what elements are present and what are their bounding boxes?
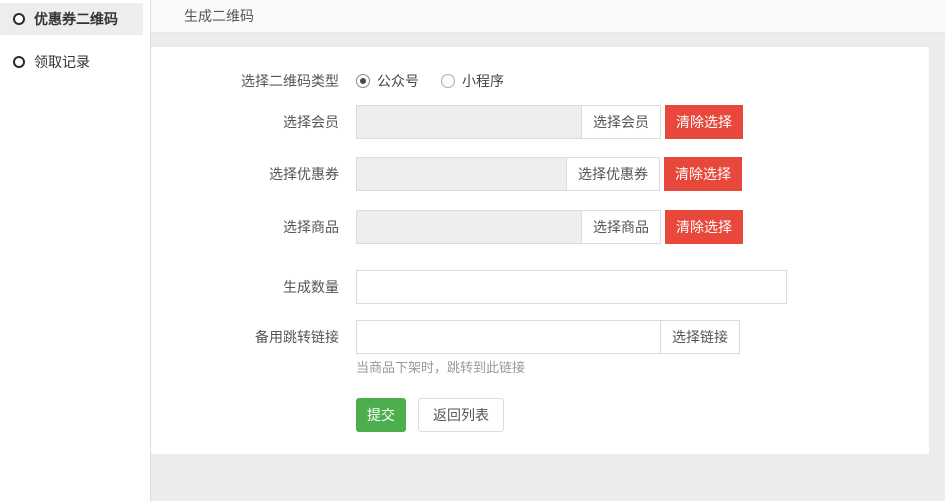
clear-coupon-button[interactable]: 清除选择: [664, 157, 742, 191]
fallback-link-row: 备用跳转链接 选择链接: [151, 320, 929, 354]
member-input-group: 选择会员 清除选择: [356, 105, 743, 139]
sidebar: 优惠券二维码 领取记录: [0, 0, 151, 501]
sidebar-item-claim-records[interactable]: 领取记录: [0, 46, 143, 78]
back-to-list-button[interactable]: 返回列表: [418, 398, 504, 432]
sidebar-item-coupon-qrcode[interactable]: 优惠券二维码: [0, 3, 143, 35]
main-content: 生成二维码 选择二维码类型 公众号 小程序 选择会员: [151, 0, 945, 501]
sidebar-item-label: 领取记录: [34, 52, 90, 72]
radio-official-account[interactable]: 公众号: [356, 71, 419, 91]
select-member-button[interactable]: 选择会员: [581, 105, 661, 139]
circle-icon: [13, 13, 25, 25]
radio-mini-program[interactable]: 小程序: [441, 71, 504, 91]
goods-row: 选择商品 选择商品 清除选择: [151, 210, 929, 244]
form-card: 选择二维码类型 公众号 小程序 选择会员 选择会员: [151, 47, 929, 454]
select-goods-button[interactable]: 选择商品: [581, 210, 661, 244]
clear-goods-button[interactable]: 清除选择: [665, 210, 743, 244]
coupon-label: 选择优惠券: [151, 157, 356, 191]
submit-button[interactable]: 提交: [356, 398, 406, 432]
select-link-button[interactable]: 选择链接: [660, 320, 740, 354]
coupon-value-field: [356, 157, 567, 191]
member-label: 选择会员: [151, 105, 356, 139]
app-window: 优惠券二维码 领取记录 生成二维码 选择二维码类型 公众号 小程序: [0, 0, 945, 501]
sidebar-item-label: 优惠券二维码: [34, 9, 118, 29]
quantity-row: 生成数量: [151, 270, 929, 304]
qr-type-radio-group: 公众号 小程序: [356, 64, 526, 98]
fallback-link-label: 备用跳转链接: [151, 320, 356, 354]
radio-label: 小程序: [462, 71, 504, 91]
radio-label: 公众号: [377, 71, 419, 91]
member-row: 选择会员 选择会员 清除选择: [151, 105, 929, 139]
quantity-input[interactable]: [356, 270, 787, 304]
page-title: 生成二维码: [151, 0, 945, 33]
qr-type-row: 选择二维码类型 公众号 小程序: [151, 64, 929, 98]
coupon-input-group: 选择优惠券 清除选择: [356, 157, 742, 191]
goods-label: 选择商品: [151, 210, 356, 244]
clear-member-button[interactable]: 清除选择: [665, 105, 743, 139]
radio-icon[interactable]: [441, 74, 455, 88]
goods-value-field: [356, 210, 582, 244]
actions-row: 提交 返回列表: [151, 398, 929, 432]
quantity-label: 生成数量: [151, 270, 356, 304]
fallback-link-hint: 当商品下架时，跳转到此链接: [356, 360, 929, 376]
coupon-row: 选择优惠券 选择优惠券 清除选择: [151, 157, 929, 191]
qr-type-label: 选择二维码类型: [151, 64, 356, 98]
circle-icon: [13, 56, 25, 68]
select-coupon-button[interactable]: 选择优惠券: [566, 157, 660, 191]
fallback-link-input[interactable]: [356, 320, 661, 354]
goods-input-group: 选择商品 清除选择: [356, 210, 743, 244]
fallback-link-input-group: 选择链接: [356, 320, 740, 354]
radio-icon[interactable]: [356, 74, 370, 88]
member-value-field: [356, 105, 582, 139]
